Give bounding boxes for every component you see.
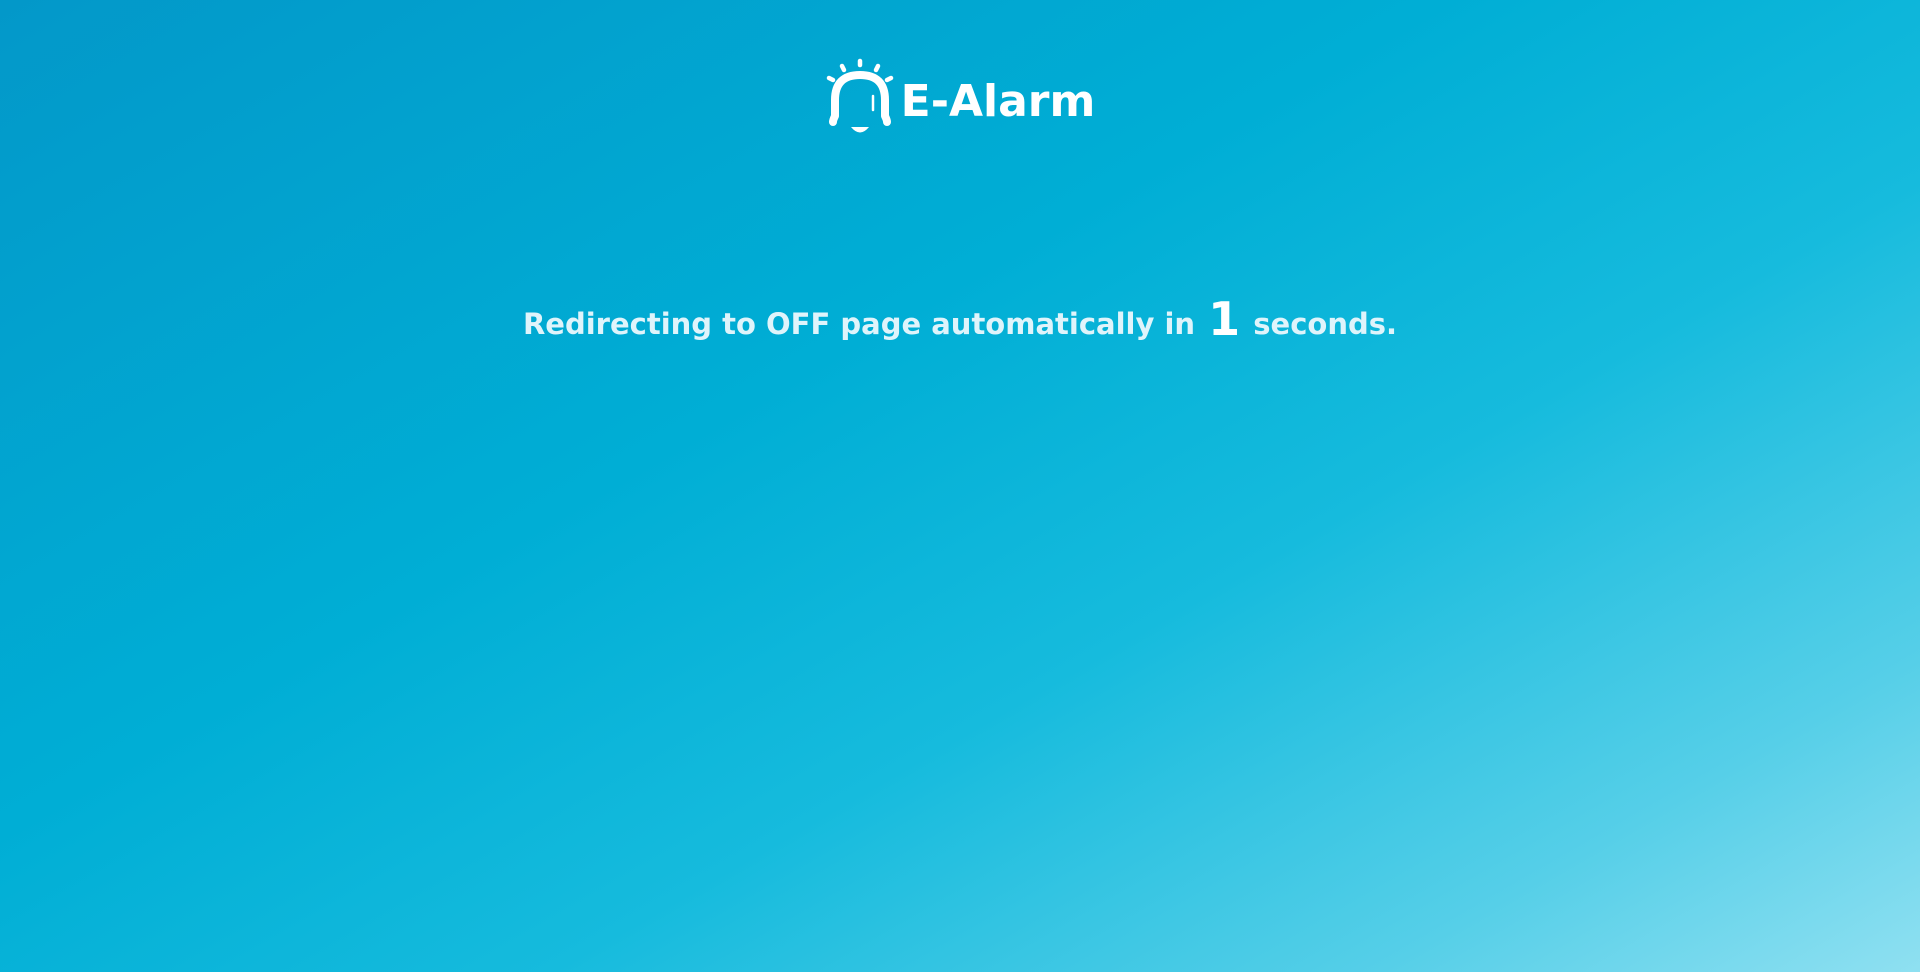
brand-name: E-Alarm: [900, 76, 1096, 127]
countdown-value: 1: [1208, 292, 1241, 346]
redirect-prefix: Redirecting to OFF page automatically in: [522, 307, 1196, 341]
logo-group: E-Alarm: [825, 58, 1096, 138]
app-logo: E-Alarm: [0, 58, 1920, 138]
redirect-message: Redirecting to OFF page automatically in…: [0, 296, 1920, 342]
redirect-suffix: seconds.: [1253, 307, 1398, 341]
bell-icon: [826, 58, 893, 133]
